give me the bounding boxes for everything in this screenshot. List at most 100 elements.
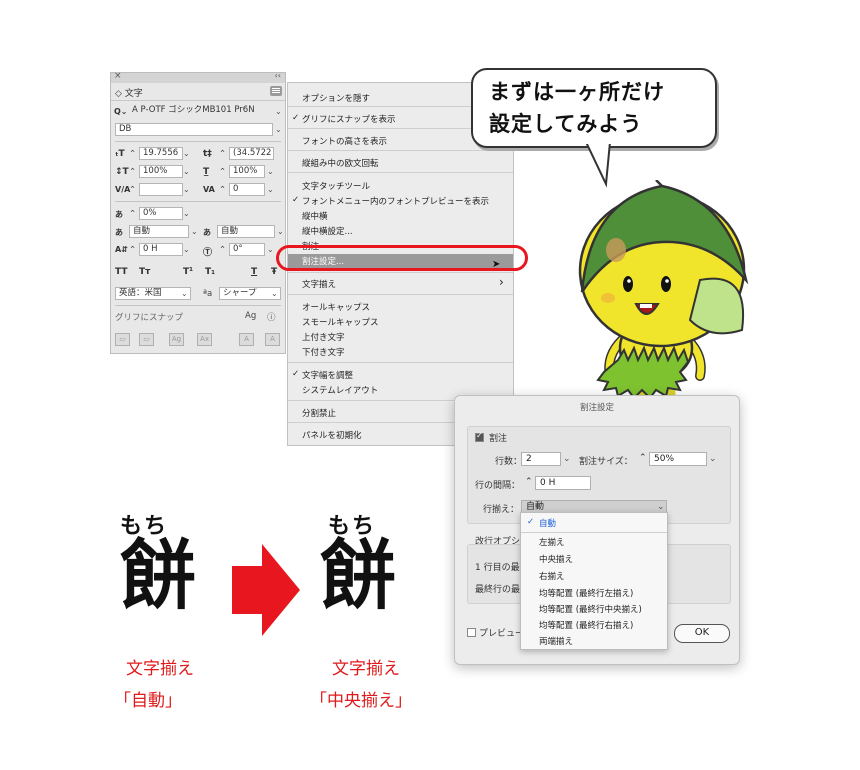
right-caption-1: 文字揃え	[332, 659, 400, 679]
menu-item[interactable]: ✓ フォントメニュー内のフォントプレビューを表示	[292, 195, 489, 207]
snap-anchor-icon[interactable]: A	[265, 333, 280, 346]
chevron-down-icon[interactable]: ⌄	[275, 125, 282, 134]
stepper-icon[interactable]: ⌃	[129, 167, 136, 177]
menu-item[interactable]: オールキャップス	[302, 301, 370, 313]
menu-item[interactable]: 下付き文字	[302, 346, 345, 358]
menu-item[interactable]: 文字揃え	[302, 278, 336, 290]
stepper-icon[interactable]: ⌃	[129, 149, 136, 159]
language-select[interactable]: 英語：米国	[115, 287, 191, 300]
aki-left-field[interactable]: 自動	[129, 225, 189, 238]
check-icon: ✓	[527, 517, 535, 527]
stepper-icon[interactable]: ⌃	[219, 185, 226, 195]
stepper-icon[interactable]: ⌃	[219, 245, 226, 255]
menu-item[interactable]: パネルを初期化	[302, 429, 362, 441]
tsume-field[interactable]: 0%	[139, 207, 183, 220]
panel-menu-icon[interactable]	[270, 86, 282, 96]
chevron-down-icon[interactable]: ⌄	[277, 227, 284, 236]
menu-item[interactable]: スモールキャップス	[302, 316, 379, 328]
check-icon: ✓	[292, 195, 300, 205]
divider	[115, 305, 281, 306]
snap-proximity-icon[interactable]: Ax	[197, 333, 212, 346]
small-caps-button[interactable]: Tт	[139, 267, 150, 277]
tracking-field[interactable]: 0	[229, 183, 265, 196]
menu-separator	[288, 294, 513, 295]
warichu-checkbox[interactable]	[475, 431, 484, 442]
left-kanji: 餅	[120, 531, 196, 620]
snap-angular-icon[interactable]: A	[239, 333, 254, 346]
menu-item[interactable]: フォントの高さを表示	[302, 135, 387, 147]
chevron-down-icon[interactable]: ⌄	[181, 289, 188, 298]
font-family-field[interactable]: A P-OTF ゴシックMB101 Pr6N	[129, 105, 274, 118]
panel-tab-row: ◇ 文字	[111, 83, 285, 101]
menu-item[interactable]: ✓ グリフにスナップを表示	[292, 113, 396, 125]
menu-item[interactable]: 分割禁止	[302, 407, 336, 419]
strikethrough-button[interactable]: Ŧ	[271, 267, 277, 277]
snap-xheight-icon[interactable]: ▭	[139, 333, 154, 346]
dropdown-item[interactable]: 両端揃え	[539, 635, 573, 647]
stepper-icon[interactable]: ⌃	[525, 477, 533, 487]
chevron-down-icon[interactable]: ⌄	[183, 209, 190, 218]
info-icon[interactable]: ⓘ	[267, 311, 276, 323]
subscript-button[interactable]: T₁	[205, 267, 215, 277]
chevron-down-icon[interactable]: ⌄	[183, 245, 190, 254]
superscript-button[interactable]: T¹	[183, 267, 193, 277]
stepper-icon[interactable]: ⌃	[219, 149, 226, 159]
vertical-scale-field[interactable]: 100%	[139, 165, 183, 178]
font-size-field[interactable]: 19.7556	[139, 147, 183, 160]
dropdown-item[interactable]: 左揃え	[539, 536, 565, 548]
chevron-down-icon[interactable]: ⌄	[267, 245, 274, 254]
chevron-down-icon[interactable]: ⌄	[271, 289, 278, 298]
chevron-down-icon[interactable]: ⌄	[183, 185, 190, 194]
font-size-icon: ₜT	[115, 149, 125, 159]
tab-character[interactable]: ◇ 文字	[115, 86, 143, 99]
horizontal-scale-icon: T̲	[203, 167, 210, 177]
menu-item[interactable]: 縦中横	[302, 210, 328, 222]
chevron-down-icon[interactable]: ⌄	[183, 167, 190, 176]
snap-glyph-bounds-icon[interactable]: Ag	[169, 333, 184, 346]
stepper-icon[interactable]: ⌃	[129, 245, 136, 255]
chevron-down-icon[interactable]: ⌄	[709, 454, 717, 464]
lines-select[interactable]: 2	[521, 452, 561, 466]
dropdown-item[interactable]: 均等配置 (最終行中央揃え)	[539, 603, 642, 615]
chevron-down-icon[interactable]: ⌄	[563, 454, 571, 464]
aki-right-field[interactable]: 自動	[217, 225, 275, 238]
all-caps-button[interactable]: TT	[115, 267, 128, 277]
menu-item[interactable]: 縦中横設定...	[302, 225, 353, 237]
stepper-icon[interactable]: ⌃	[639, 453, 647, 463]
kerning-field[interactable]	[139, 183, 183, 196]
chevron-down-icon[interactable]: ⌄	[191, 227, 198, 236]
preview-checkbox[interactable]	[467, 628, 476, 637]
menu-item[interactable]: ✓ 文字幅を調整	[292, 369, 353, 381]
chevron-down-icon[interactable]: ⌄	[267, 185, 274, 194]
dropdown-item[interactable]: 右揃え	[539, 570, 565, 582]
close-icon[interactable]: ×	[114, 71, 122, 81]
menu-item[interactable]: 縦組み中の欧文回転	[302, 157, 379, 169]
baseline-shift-field[interactable]: 0 H	[139, 243, 183, 256]
search-icon[interactable]: Q⌄	[114, 107, 128, 116]
menu-item[interactable]: オプションを隠す	[302, 92, 370, 104]
dropdown-item-auto[interactable]: ✓ 自動	[527, 517, 556, 529]
menu-item[interactable]: 上付き文字	[302, 331, 345, 343]
ok-button[interactable]: OK	[674, 624, 730, 643]
dropdown-item[interactable]: 均等配置 (最終行右揃え)	[539, 619, 633, 631]
chevron-down-icon[interactable]: ⌄	[275, 107, 282, 116]
size-field[interactable]: 50%	[649, 452, 707, 466]
horizontal-scale-field[interactable]: 100%	[229, 165, 265, 178]
menu-item[interactable]: 文字タッチツール	[302, 180, 370, 192]
chevron-down-icon[interactable]: ⌄	[183, 149, 190, 158]
rotation-field[interactable]: 0°	[229, 243, 265, 256]
stepper-icon[interactable]: ⌃	[129, 185, 136, 195]
chevron-down-icon[interactable]: ⌄	[657, 502, 665, 512]
font-style-field[interactable]: DB	[115, 123, 273, 136]
dropdown-item[interactable]: 中央揃え	[539, 553, 573, 565]
collapse-icon[interactable]: ‹‹	[275, 71, 281, 80]
gap-field[interactable]: 0 H	[535, 476, 591, 490]
menu-item[interactable]: システムレイアウト	[302, 384, 378, 396]
snap-baseline-icon[interactable]: ▭	[115, 333, 130, 346]
underline-button[interactable]: T	[251, 267, 257, 277]
stepper-icon[interactable]: ⌃	[129, 209, 136, 219]
chevron-down-icon[interactable]: ⌄	[267, 167, 274, 176]
leading-field[interactable]: (34.5722	[229, 147, 274, 160]
dropdown-item[interactable]: 均等配置 (最終行左揃え)	[539, 587, 633, 599]
stepper-icon[interactable]: ⌃	[219, 167, 226, 177]
